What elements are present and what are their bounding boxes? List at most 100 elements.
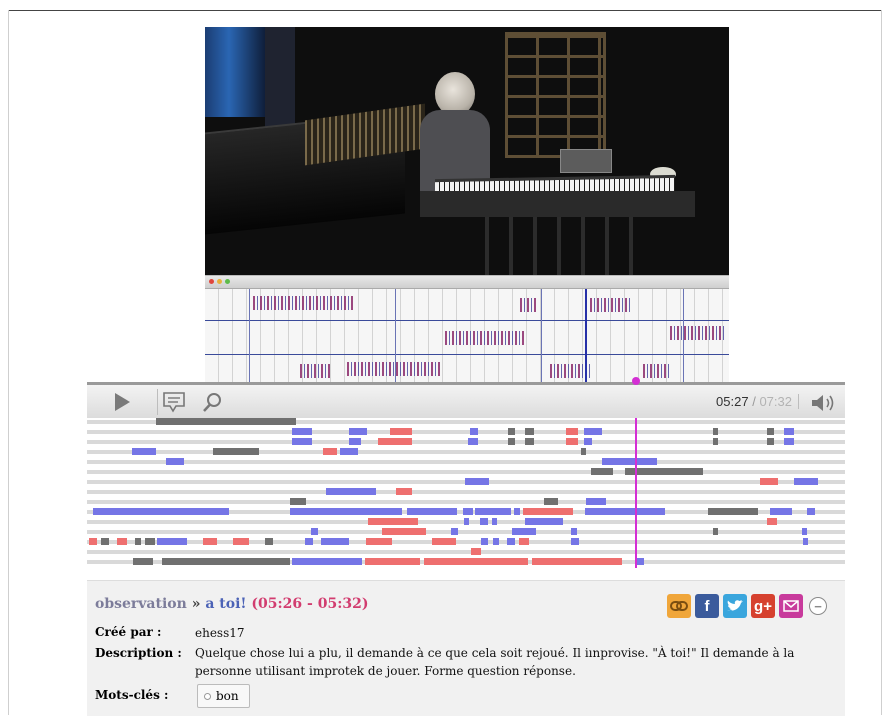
share-google-plus-button[interactable]: g+ (751, 594, 775, 618)
annotation-segment[interactable] (566, 438, 578, 445)
annotation-segment[interactable] (784, 438, 794, 445)
annotation-segment[interactable] (470, 428, 478, 435)
annotation-segment[interactable] (290, 508, 402, 515)
keyword-tag[interactable]: bon (197, 684, 250, 708)
annotation-segment[interactable] (523, 508, 573, 515)
annotation-segment[interactable] (802, 528, 807, 535)
annotation-segment[interactable] (713, 528, 718, 535)
annotation-segment[interactable] (571, 528, 577, 535)
annotation-segment[interactable] (349, 428, 367, 435)
annotation-time-range[interactable]: (05:26 - 05:32) (251, 596, 368, 612)
share-twitter-button[interactable] (723, 594, 747, 618)
annotation-segment[interactable] (519, 538, 529, 545)
annotation-segment[interactable] (471, 548, 481, 555)
annotation-segment[interactable] (396, 488, 412, 495)
annotation-segment[interactable] (162, 558, 290, 565)
annotation-segment[interactable] (203, 538, 217, 545)
annotation-segment[interactable] (292, 428, 312, 435)
collapse-button[interactable]: − (809, 597, 827, 615)
annotation-segment[interactable] (508, 428, 515, 435)
annotation-segment[interactable] (292, 558, 362, 565)
annotation-segment[interactable] (407, 508, 457, 515)
annotation-segment[interactable] (584, 438, 592, 445)
annotation-segment[interactable] (760, 478, 778, 485)
comment-button[interactable] (157, 389, 190, 415)
annotation-segment[interactable] (525, 438, 534, 445)
annotation-segment[interactable] (326, 488, 376, 495)
annotation-segment[interactable] (465, 478, 489, 485)
annotation-segment[interactable] (378, 438, 412, 445)
annotation-segment[interactable] (525, 428, 534, 435)
annotation-segment[interactable] (451, 528, 458, 535)
annotation-segment[interactable] (803, 538, 808, 545)
annotation-segment[interactable] (340, 448, 358, 455)
annotation-segment[interactable] (213, 448, 259, 455)
annotation-segment[interactable] (89, 538, 97, 545)
progress-handle[interactable] (632, 377, 640, 385)
annotation-segment[interactable] (713, 428, 718, 435)
annotation-segment[interactable] (636, 558, 644, 565)
annotation-segment[interactable] (432, 538, 456, 545)
annotation-segment[interactable] (566, 428, 578, 435)
annotation-segment[interactable] (265, 538, 273, 545)
annotation-segment[interactable] (708, 508, 758, 515)
annotation-segment[interactable] (584, 428, 602, 435)
annotation-segment[interactable] (507, 538, 515, 545)
annotation-segment[interactable] (493, 538, 499, 545)
annotation-segment[interactable] (321, 538, 349, 545)
share-link-button[interactable] (667, 594, 691, 618)
annotation-segment[interactable] (468, 438, 478, 445)
annotation-segment[interactable] (713, 438, 718, 445)
annotation-segment[interactable] (508, 438, 515, 445)
annotation-segment[interactable] (463, 508, 473, 515)
annotation-segment[interactable] (157, 538, 187, 545)
annotation-segment[interactable] (767, 428, 774, 435)
annotation-segment[interactable] (480, 518, 488, 525)
annotation-category-link[interactable]: observation (95, 596, 187, 612)
annotation-segment[interactable] (145, 538, 155, 545)
search-button[interactable] (197, 389, 227, 415)
annotation-segment[interactable] (525, 518, 563, 525)
annotation-segment[interactable] (368, 518, 418, 525)
annotation-segment[interactable] (767, 438, 774, 445)
annotation-segment[interactable] (133, 558, 153, 565)
annotation-segment[interactable] (305, 538, 313, 545)
annotation-segment[interactable] (784, 428, 794, 435)
annotation-segment[interactable] (156, 418, 296, 425)
annotation-segment[interactable] (807, 508, 815, 515)
annotation-segment[interactable] (586, 498, 606, 505)
annotation-segment[interactable] (117, 538, 127, 545)
annotation-segment[interactable] (544, 498, 558, 505)
annotation-segment[interactable] (366, 538, 392, 545)
annotation-segment[interactable] (424, 558, 528, 565)
annotation-segment[interactable] (349, 438, 361, 445)
annotation-segment[interactable] (233, 538, 249, 545)
annotation-segment[interactable] (770, 508, 792, 515)
annotation-segment[interactable] (311, 528, 318, 535)
annotation-segment[interactable] (581, 448, 586, 455)
annotation-segment[interactable] (602, 458, 657, 465)
annotation-segment[interactable] (464, 518, 469, 525)
annotation-segment[interactable] (93, 508, 229, 515)
annotation-segment[interactable] (101, 538, 109, 545)
annotation-segment[interactable] (481, 538, 488, 545)
volume-button[interactable] (809, 391, 839, 415)
annotation-segment[interactable] (492, 518, 497, 525)
annotation-timeline[interactable] (87, 418, 845, 568)
annotation-segment[interactable] (514, 508, 520, 515)
annotation-segment[interactable] (166, 458, 184, 465)
annotation-segment[interactable] (794, 478, 818, 485)
annotation-segment[interactable] (292, 438, 312, 445)
video-frame[interactable] (205, 27, 729, 275)
share-facebook-button[interactable]: f (695, 594, 719, 618)
annotation-segment[interactable] (591, 468, 613, 475)
annotation-segment[interactable] (767, 518, 777, 525)
annotation-segment[interactable] (532, 558, 622, 565)
annotation-segment[interactable] (512, 528, 536, 535)
timeline-playhead[interactable] (635, 418, 637, 568)
annotation-segment[interactable] (290, 498, 306, 505)
annotation-segment[interactable] (365, 558, 420, 565)
annotation-segment[interactable] (135, 538, 141, 545)
annotation-segment[interactable] (475, 508, 511, 515)
share-email-button[interactable] (779, 594, 803, 618)
